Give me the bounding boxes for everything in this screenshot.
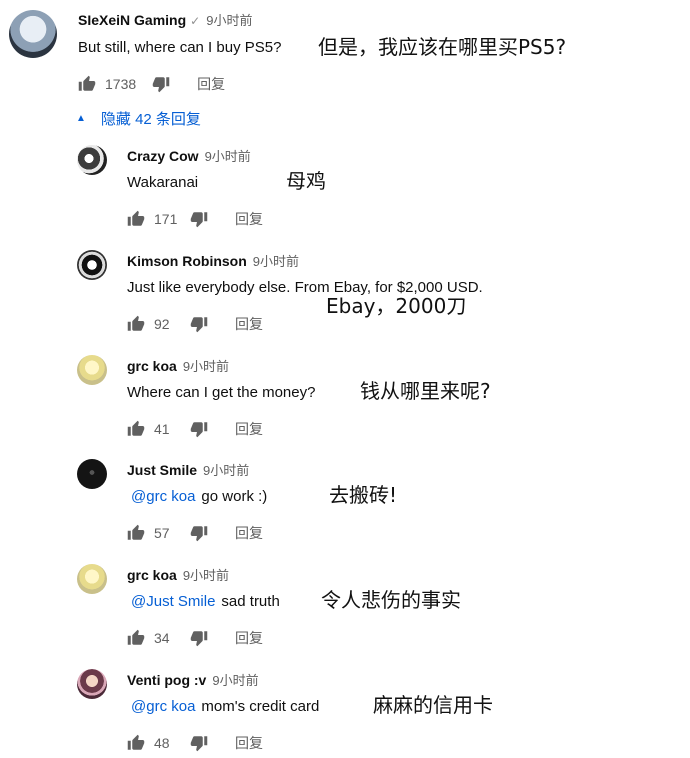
dislike-icon[interactable] [190, 524, 208, 542]
avatar[interactable] [77, 355, 107, 385]
like-count: 1738 [105, 76, 137, 92]
reply-button[interactable]: 回复 [235, 523, 263, 543]
author-name[interactable]: Kimson Robinson [127, 253, 247, 269]
reply-header: Just Smile 9小时前 [127, 460, 249, 480]
comment-actions: 1738 回复 [78, 74, 225, 94]
author-name[interactable]: Crazy Cow [127, 148, 199, 164]
reply-text-line: Wakaranai [127, 174, 198, 191]
reply-text-line: Where can I get the money? [127, 384, 315, 401]
reply-button[interactable]: 回复 [235, 209, 263, 229]
reply-text-line: @grc koa go work :) [131, 488, 267, 505]
translation-overlay: 麻麻的信用卡 [373, 693, 493, 717]
author-name[interactable]: Just Smile [127, 462, 197, 478]
reply-time[interactable]: 9小时前 [205, 149, 251, 164]
reply-text: Where can I get the money? [127, 384, 316, 401]
like-count: 34 [154, 630, 170, 646]
like-icon[interactable] [127, 210, 145, 228]
translation-overlay: 钱从哪里来呢? [360, 379, 491, 403]
like-icon[interactable] [127, 629, 145, 647]
mention-link[interactable]: @Just Smile [131, 593, 215, 610]
translation-overlay: 母鸡 [286, 169, 326, 193]
reply-time[interactable]: 9小时前 [203, 463, 249, 478]
reply-text: go work :) [201, 488, 268, 505]
dislike-icon[interactable] [152, 75, 170, 93]
hide-replies-toggle[interactable]: ▲ 隐藏 42 条回复 [76, 108, 201, 129]
reply-text-line: @Just Smile sad truth [131, 593, 280, 610]
avatar[interactable] [77, 459, 107, 489]
avatar[interactable] [77, 250, 107, 280]
caret-up-icon: ▲ [76, 113, 86, 124]
dislike-icon[interactable] [190, 629, 208, 647]
reply-actions: 48 回复 [127, 733, 263, 753]
reply-header: grc koa 9小时前 [127, 565, 229, 585]
reply-actions: 171 回复 [127, 209, 263, 229]
reply-actions: 41 回复 [127, 419, 263, 439]
hide-replies-label: 隐藏 42 条回复 [100, 111, 201, 128]
reply-time[interactable]: 9小时前 [253, 254, 299, 269]
avatar[interactable] [77, 564, 107, 594]
comment-header: SIeXeiN Gaming ✓ 9小时前 [78, 10, 252, 30]
author-name[interactable]: grc koa [127, 567, 177, 583]
reply-text-line: @grc koa mom's credit card [131, 698, 319, 715]
like-icon[interactable] [127, 524, 145, 542]
avatar[interactable] [77, 145, 107, 175]
dislike-icon[interactable] [190, 210, 208, 228]
translation-overlay: 但是，我应该在哪里买PS5? [318, 35, 567, 59]
avatar[interactable] [77, 669, 107, 699]
mention-link[interactable]: @grc koa [131, 488, 195, 505]
reply-time[interactable]: 9小时前 [183, 359, 229, 374]
like-count: 57 [154, 525, 170, 541]
reply-button[interactable]: 回复 [235, 628, 263, 648]
reply-button[interactable]: 回复 [235, 733, 263, 753]
author-name[interactable]: SIeXeiN Gaming [78, 12, 186, 28]
translation-overlay: 去搬砖! [329, 483, 398, 507]
reply-actions: 92 回复 [127, 314, 263, 334]
comment-text: But still, where can I buy PS5? [78, 39, 282, 56]
like-icon[interactable] [127, 420, 145, 438]
reply-actions: 57 回复 [127, 523, 263, 543]
reply-button[interactable]: 回复 [197, 74, 225, 94]
like-count: 92 [154, 316, 170, 332]
reply-header: Kimson Robinson 9小时前 [127, 251, 299, 271]
dislike-icon[interactable] [190, 734, 208, 752]
reply-time[interactable]: 9小时前 [183, 568, 229, 583]
author-name[interactable]: grc koa [127, 358, 177, 374]
like-icon[interactable] [127, 734, 145, 752]
like-count: 171 [154, 211, 178, 227]
like-count: 41 [154, 421, 170, 437]
reply-button[interactable]: 回复 [235, 419, 263, 439]
reply-header: Crazy Cow 9小时前 [127, 146, 251, 166]
comment-time[interactable]: 9小时前 [206, 13, 252, 28]
reply-text: Wakaranai [127, 174, 199, 191]
translation-overlay: Ebay，2000刀 [326, 294, 467, 318]
reply-text: sad truth [221, 593, 280, 610]
author-name[interactable]: Venti pog :v [127, 672, 206, 688]
translation-overlay: 令人悲伤的事实 [321, 588, 461, 612]
reply-header: Venti pog :v 9小时前 [127, 670, 259, 690]
like-icon[interactable] [127, 315, 145, 333]
reply-button[interactable]: 回复 [235, 314, 263, 334]
dislike-icon[interactable] [190, 420, 208, 438]
reply-actions: 34 回复 [127, 628, 263, 648]
like-icon[interactable] [78, 75, 96, 93]
reply-text: mom's credit card [201, 698, 320, 715]
verified-icon: ✓ [190, 14, 201, 28]
reply-time[interactable]: 9小时前 [212, 673, 258, 688]
mention-link[interactable]: @grc koa [131, 698, 195, 715]
like-count: 48 [154, 735, 170, 751]
avatar[interactable] [9, 10, 57, 58]
dislike-icon[interactable] [190, 315, 208, 333]
reply-header: grc koa 9小时前 [127, 356, 229, 376]
